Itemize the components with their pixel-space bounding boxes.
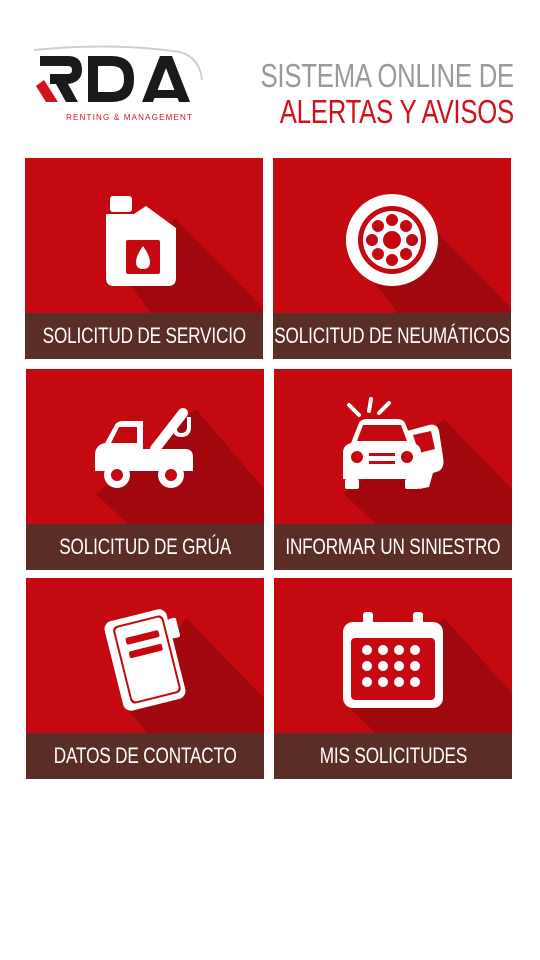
notebook-icon bbox=[104, 609, 186, 711]
tile-label-bar: DATOS DE CONTACTO bbox=[26, 733, 264, 779]
calendar-icon bbox=[343, 612, 443, 708]
tile-solicitud-neumaticos[interactable]: SOLICITUD DE NEUMÁTICOS bbox=[273, 158, 511, 359]
tile-label: INFORMAR UN SINIESTRO bbox=[285, 534, 501, 559]
tile-mis-solicitudes[interactable]: MIS SOLICITUDES bbox=[274, 578, 512, 779]
rda-logo: RENTING & MANAGEMENT bbox=[33, 45, 203, 122]
tow-truck-icon bbox=[95, 408, 193, 488]
tile-label-bar: SOLICITUD DE SERVICIO bbox=[25, 313, 263, 359]
tile-label: SOLICITUD DE SERVICIO bbox=[42, 323, 246, 348]
tire-icon bbox=[346, 194, 438, 286]
tile-label: SOLICITUD DE GRÚA bbox=[59, 534, 231, 559]
tile-label: DATOS DE CONTACTO bbox=[53, 743, 237, 768]
tagline-line2: ALERTAS Y AVISOS bbox=[279, 93, 514, 130]
tile-label-bar: MIS SOLICITUDES bbox=[274, 733, 512, 779]
tile-label: MIS SOLICITUDES bbox=[319, 743, 467, 768]
tile-datos-contacto[interactable]: DATOS DE CONTACTO bbox=[26, 578, 264, 779]
tile-solicitud-grua[interactable]: SOLICITUD DE GRÚA bbox=[26, 369, 264, 570]
header: RENTING & MANAGEMENT SISTEMA ONLINE DE A… bbox=[0, 0, 540, 150]
tile-label-bar: INFORMAR UN SINIESTRO bbox=[274, 524, 512, 570]
tagline-line1: SISTEMA ONLINE DE bbox=[260, 57, 515, 94]
oil-can-icon bbox=[106, 196, 176, 286]
app-tagline: SISTEMA ONLINE DE ALERTAS Y AVISOS bbox=[189, 57, 515, 130]
svg-text:RENTING & MANAGEMENT: RENTING & MANAGEMENT bbox=[66, 113, 193, 122]
tile-label-bar: SOLICITUD DE NEUMÁTICOS bbox=[273, 313, 511, 359]
tile-label-bar: SOLICITUD DE GRÚA bbox=[26, 524, 264, 570]
tile-label: SOLICITUD DE NEUMÁTICOS bbox=[274, 323, 510, 348]
tile-informar-siniestro[interactable]: INFORMAR UN SINIESTRO bbox=[274, 369, 512, 570]
tile-solicitud-servicio[interactable]: SOLICITUD DE SERVICIO bbox=[25, 158, 263, 359]
car-crash-icon bbox=[343, 397, 444, 489]
